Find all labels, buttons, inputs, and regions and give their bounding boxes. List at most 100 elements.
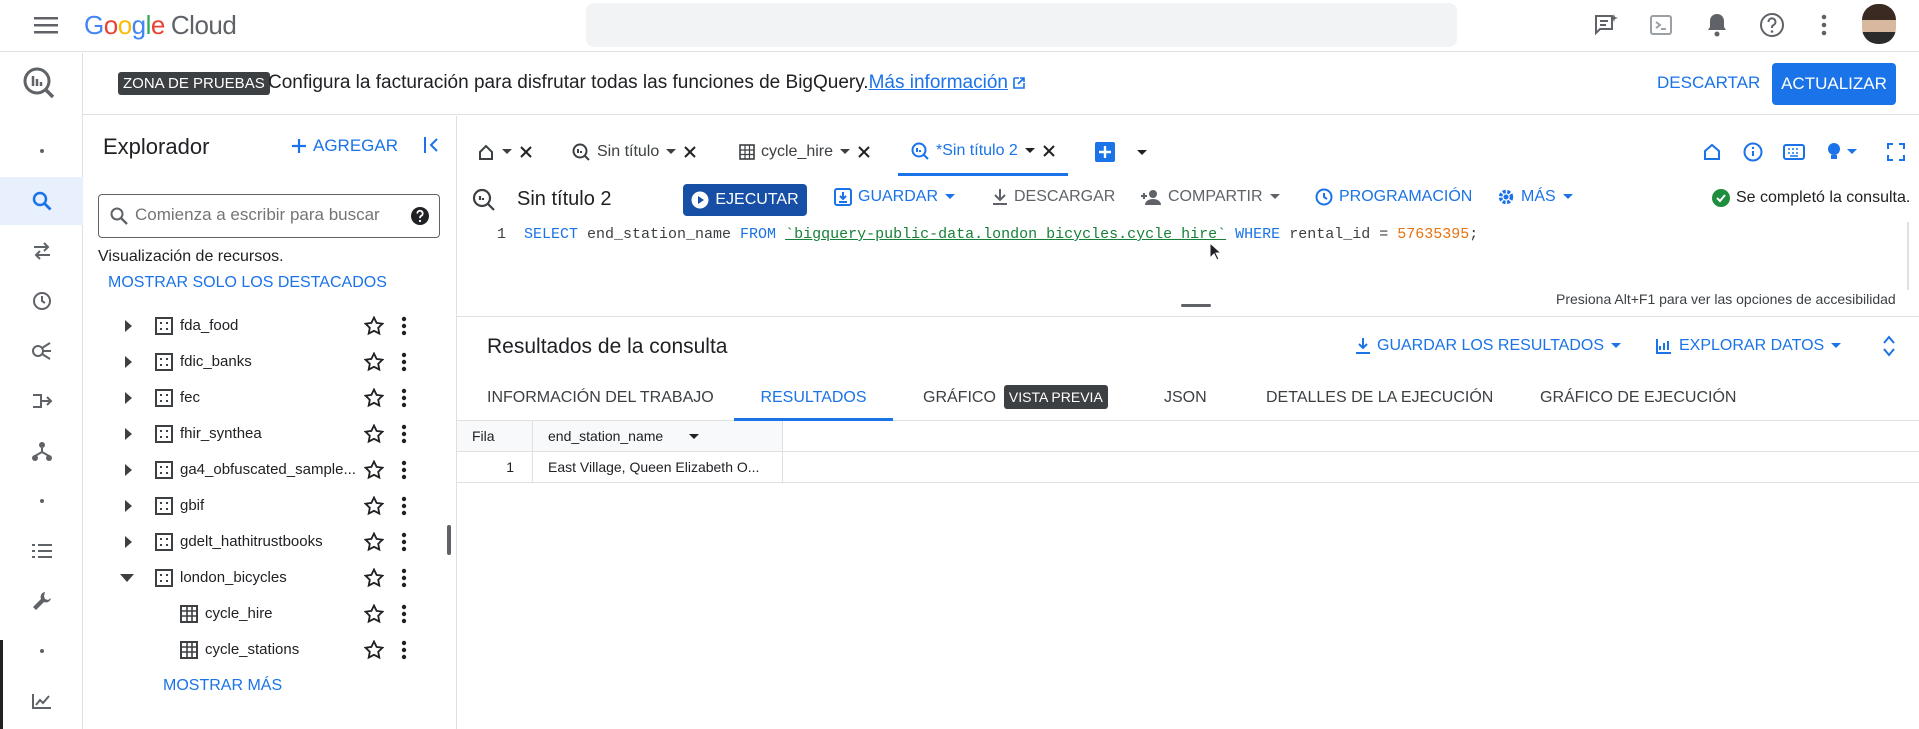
tab-execution-graph[interactable]: GRÁFICO DE EJECUCIÓN: [1540, 375, 1736, 421]
show-starred-link[interactable]: MOSTRAR SOLO LOS DESTACADOS: [108, 274, 387, 292]
tree-item[interactable]: gbif: [83, 488, 443, 524]
star-icon[interactable]: [364, 424, 384, 444]
download-button[interactable]: DESCARGAR: [992, 188, 1115, 206]
more-info-link[interactable]: Más información: [869, 72, 1008, 93]
global-search-input[interactable]: [586, 3, 1457, 47]
tree-item-table[interactable]: cycle_hire: [83, 596, 443, 632]
star-icon[interactable]: [364, 604, 384, 624]
help-icon[interactable]: [410, 206, 430, 226]
more-options-icon[interactable]: [401, 352, 407, 372]
avatar[interactable]: [1862, 4, 1896, 44]
tree-item[interactable]: fhir_synthea: [83, 416, 443, 452]
wrench-icon[interactable]: [0, 577, 83, 625]
more-options-icon[interactable]: [1821, 14, 1827, 36]
panel-resize-handle[interactable]: [1181, 304, 1211, 307]
scheduled-queries-icon[interactable]: [0, 277, 83, 325]
tree-item[interactable]: fec: [83, 380, 443, 416]
expand-caret-icon[interactable]: [123, 356, 133, 368]
more-options-icon[interactable]: [401, 532, 407, 552]
chevron-down-icon[interactable]: [1136, 149, 1148, 157]
google-cloud-logo[interactable]: Google Cloud: [84, 10, 237, 41]
add-button[interactable]: AGREGAR: [291, 136, 398, 156]
transfers-icon[interactable]: [0, 227, 83, 275]
table-cell[interactable]: East Village, Queen Elizabeth O...: [533, 452, 783, 483]
tab-untitled[interactable]: Sin título: [571, 128, 697, 176]
show-more-link[interactable]: MOSTRAR MÁS: [163, 677, 282, 695]
star-icon[interactable]: [364, 352, 384, 372]
explorer-search-input[interactable]: [135, 205, 395, 225]
help-icon[interactable]: [1759, 12, 1785, 38]
star-icon[interactable]: [364, 460, 384, 480]
share-button[interactable]: COMPARTIR: [1140, 188, 1281, 206]
save-button[interactable]: GUARDAR: [834, 188, 956, 206]
expand-caret-icon[interactable]: [123, 536, 133, 548]
keyboard-icon[interactable]: [1783, 144, 1805, 160]
collapse-caret-icon[interactable]: [120, 574, 134, 582]
notifications-icon[interactable]: [1705, 12, 1729, 38]
schedule-button[interactable]: PROGRAMACIÓN: [1315, 188, 1472, 206]
tree-item[interactable]: ga4_obfuscated_sample...: [83, 452, 443, 488]
expand-caret-icon[interactable]: [123, 500, 133, 512]
expand-caret-icon[interactable]: [123, 320, 133, 332]
collapse-panel-icon[interactable]: [423, 136, 441, 154]
update-button[interactable]: ACTUALIZAR: [1772, 63, 1896, 105]
sql-editor[interactable]: 1 SELECT end_station_name FROM `bigquery…: [457, 222, 1919, 290]
tree-item[interactable]: gdelt_hathitrustbooks: [83, 524, 443, 560]
data-lineage-icon[interactable]: [0, 427, 83, 475]
star-icon[interactable]: [364, 316, 384, 336]
tab-job-info[interactable]: INFORMACIÓN DEL TRABAJO: [487, 375, 714, 421]
tab-chart[interactable]: GRÁFICO VISTA PREVIA: [923, 375, 1108, 421]
star-icon[interactable]: [364, 568, 384, 588]
more-options-icon[interactable]: [401, 460, 407, 480]
tab-execution-details[interactable]: DETALLES DE LA EJECUCIÓN: [1266, 375, 1493, 421]
more-options-icon[interactable]: [401, 604, 407, 624]
explorer-search-field[interactable]: [98, 194, 440, 238]
star-icon[interactable]: [364, 640, 384, 660]
monitoring-icon[interactable]: [0, 677, 83, 725]
more-options-icon[interactable]: [401, 496, 407, 516]
star-icon[interactable]: [364, 388, 384, 408]
explore-data-button[interactable]: EXPLORAR DATOS: [1655, 337, 1842, 355]
tree-item[interactable]: fdic_banks: [83, 344, 443, 380]
home-icon[interactable]: [1703, 143, 1721, 161]
run-button[interactable]: EJECUTAR: [683, 184, 807, 216]
dismiss-button[interactable]: DESCARTAR: [1657, 73, 1760, 93]
code-line[interactable]: SELECT end_station_name FROM `bigquery-p…: [524, 226, 1478, 243]
tree-item-expanded[interactable]: london_bicycles: [83, 560, 443, 596]
expand-caret-icon[interactable]: [123, 392, 133, 404]
analytics-hub-icon[interactable]: [0, 327, 83, 375]
more-options-icon[interactable]: [401, 424, 407, 444]
list-icon[interactable]: [0, 527, 83, 575]
expand-caret-icon[interactable]: [123, 428, 133, 440]
star-icon[interactable]: [364, 496, 384, 516]
save-results-button[interactable]: GUARDAR LOS RESULTADOS: [1355, 337, 1622, 355]
expand-caret-icon[interactable]: [123, 464, 133, 476]
tab-untitled-2[interactable]: *Sin título 2: [898, 128, 1068, 176]
fullscreen-icon[interactable]: [1887, 143, 1905, 161]
star-icon[interactable]: [364, 532, 384, 552]
explorer-scrollbar[interactable]: [447, 525, 451, 555]
cloud-shell-icon[interactable]: [1649, 13, 1673, 37]
tab-json[interactable]: JSON: [1164, 375, 1207, 421]
tab-home[interactable]: [477, 128, 533, 176]
ideas-menu[interactable]: [1826, 142, 1858, 162]
tab-cycle-hire[interactable]: cycle_hire: [739, 128, 871, 176]
editor-scrollbar[interactable]: [1907, 222, 1909, 290]
info-icon[interactable]: [1743, 142, 1763, 162]
more-options-icon[interactable]: [401, 316, 407, 336]
more-options-icon[interactable]: [401, 388, 407, 408]
gemini-chat-icon[interactable]: [1593, 13, 1619, 37]
dataform-icon[interactable]: [0, 377, 83, 425]
more-button[interactable]: MÁS: [1497, 188, 1574, 206]
tab-results[interactable]: RESULTADOS: [734, 375, 893, 421]
column-header[interactable]: end_station_name: [533, 421, 783, 452]
expand-icon[interactable]: [1882, 335, 1896, 357]
tree-item-table[interactable]: cycle_stations: [83, 632, 443, 668]
play-icon: [691, 191, 709, 209]
search-icon[interactable]: [0, 177, 83, 225]
new-query-icon[interactable]: [1095, 142, 1115, 162]
menu-icon[interactable]: [34, 15, 58, 35]
more-options-icon[interactable]: [401, 568, 407, 588]
tree-item[interactable]: fda_food: [83, 308, 443, 344]
more-options-icon[interactable]: [401, 640, 407, 660]
